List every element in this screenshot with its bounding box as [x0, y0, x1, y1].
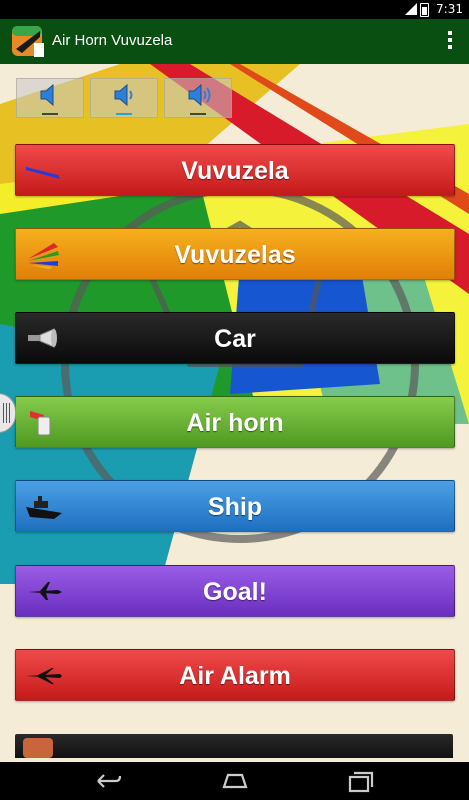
goal-label: Goal!: [203, 578, 267, 606]
overflow-menu-icon[interactable]: [445, 29, 455, 53]
vuvuzela-label: Vuvuzela: [181, 157, 289, 185]
battery-icon: [420, 3, 429, 17]
air-horn-button[interactable]: Air horn: [15, 396, 455, 448]
ship-button[interactable]: Ship: [15, 480, 455, 532]
air-horn-label: Air horn: [186, 409, 284, 437]
vuvuzelas-button[interactable]: Vuvuzelas: [15, 228, 455, 280]
speaker-medium-icon: [114, 83, 133, 107]
volume-high-button[interactable]: [164, 78, 232, 118]
ship-label: Ship: [207, 493, 263, 521]
speaker-high-icon: [188, 83, 211, 107]
speaker-low-icon: [40, 83, 54, 107]
app-title: Air Horn Vuvuzela: [52, 32, 173, 49]
back-icon[interactable]: [92, 769, 122, 793]
volume-medium-button[interactable]: [90, 78, 158, 118]
car-button[interactable]: Car: [15, 312, 455, 364]
vuvuzela-button[interactable]: Vuvuzela: [15, 144, 455, 196]
action-bar: Air Horn Vuvuzela: [0, 19, 469, 64]
partial-button-icon: [23, 738, 53, 758]
goal-button[interactable]: Goal!: [15, 565, 455, 617]
signal-icon: [405, 3, 417, 18]
status-bar: 7:31: [0, 0, 469, 19]
partial-sound-button[interactable]: [15, 734, 453, 758]
air-alarm-label: Air Alarm: [179, 662, 291, 690]
navigation-bar: [0, 762, 469, 800]
vuvuzelas-label: Vuvuzelas: [174, 241, 296, 269]
air-alarm-button[interactable]: Air Alarm: [15, 649, 455, 701]
home-icon[interactable]: [220, 769, 250, 793]
recents-icon[interactable]: [346, 769, 376, 793]
clock: 7:31: [436, 2, 463, 16]
app-logo-icon: [12, 26, 44, 57]
car-label: Car: [214, 325, 256, 353]
volume-low-button[interactable]: [16, 78, 84, 118]
